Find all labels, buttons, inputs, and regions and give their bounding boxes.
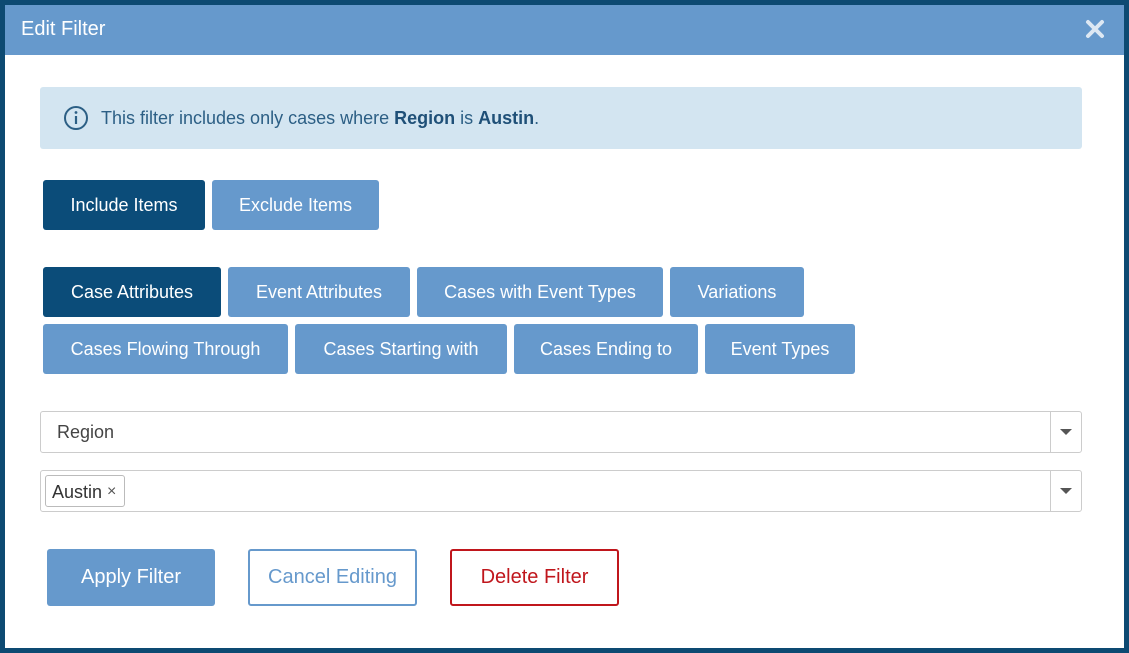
- filter-summary-text: This filter includes only cases where Re…: [101, 108, 540, 128]
- close-icon[interactable]: [1082, 16, 1108, 42]
- tab-cases-flowing-through[interactable]: Cases Flowing Through: [43, 324, 288, 374]
- summary-value: Austin: [478, 108, 535, 128]
- edit-filter-dialog: Edit Filter This filter includes only ca…: [5, 5, 1124, 648]
- include-items-tab[interactable]: Include Items: [43, 180, 205, 230]
- dialog-header: Edit Filter: [5, 5, 1124, 55]
- value-chip-label: Austin: [52, 482, 103, 502]
- chevron-down-icon[interactable]: [1060, 429, 1072, 435]
- value-multiselect[interactable]: Austin ×: [40, 470, 1082, 512]
- dialog-title: Edit Filter: [21, 18, 106, 40]
- cancel-editing-button[interactable]: Cancel Editing: [248, 549, 417, 606]
- summary-attribute: Region: [394, 108, 456, 128]
- chip-remove-icon[interactable]: ×: [107, 483, 116, 501]
- chevron-down-icon[interactable]: [1060, 488, 1072, 494]
- info-icon: [63, 105, 89, 131]
- tab-variations[interactable]: Variations: [670, 267, 804, 317]
- tab-case-attributes[interactable]: Case Attributes: [43, 267, 221, 317]
- filter-info-banner: This filter includes only cases where Re…: [40, 87, 1082, 149]
- tab-cases-with-event-types[interactable]: Cases with Event Types: [417, 267, 663, 317]
- tab-cases-starting-with[interactable]: Cases Starting with: [295, 324, 507, 374]
- tab-event-types[interactable]: Event Types: [705, 324, 855, 374]
- attribute-select[interactable]: Region: [40, 411, 1082, 453]
- tab-cases-ending-to[interactable]: Cases Ending to: [514, 324, 698, 374]
- tab-event-attributes[interactable]: Event Attributes: [228, 267, 410, 317]
- value-chip: Austin ×: [45, 475, 125, 507]
- attribute-select-value: Region: [57, 422, 115, 442]
- select-divider: [1050, 471, 1051, 511]
- select-divider: [1050, 412, 1051, 452]
- apply-filter-button[interactable]: Apply Filter: [47, 549, 215, 606]
- exclude-items-tab[interactable]: Exclude Items: [212, 180, 379, 230]
- delete-filter-button[interactable]: Delete Filter: [450, 549, 619, 606]
